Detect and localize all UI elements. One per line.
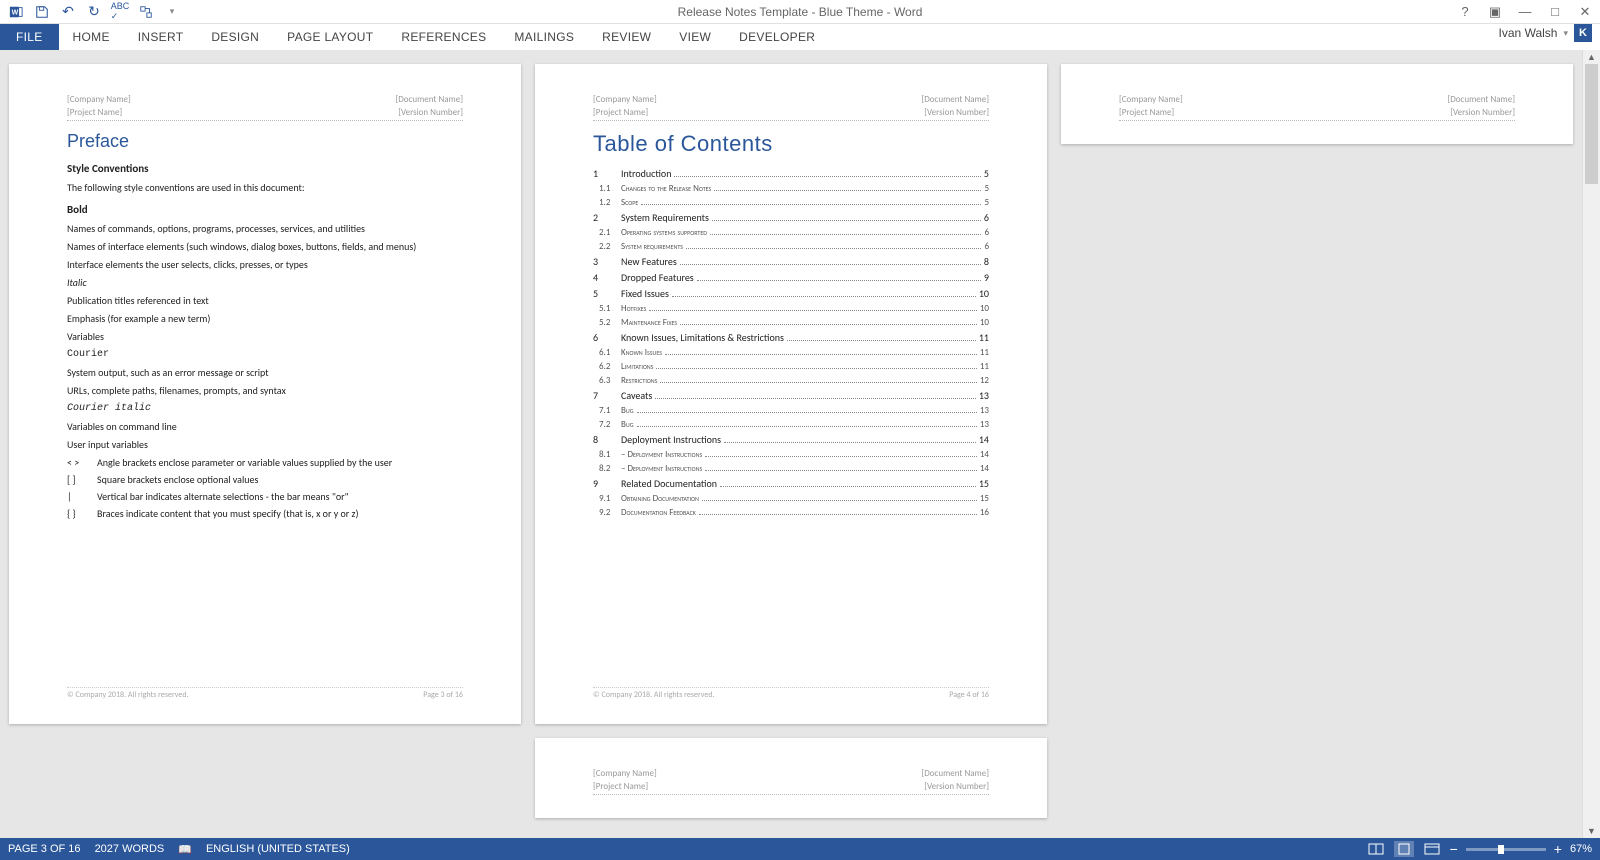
status-page[interactable]: PAGE 3 OF 16: [8, 843, 81, 855]
toc-entry[interactable]: 3New Features8: [593, 255, 989, 268]
symbol-row: < >Angle brackets enclose parameter or v…: [67, 456, 463, 469]
tab-review[interactable]: REVIEW: [588, 24, 665, 50]
maximize-icon[interactable]: □: [1544, 4, 1566, 20]
status-words[interactable]: 2027 WORDS: [95, 843, 165, 855]
status-bar: PAGE 3 OF 16 2027 WORDS 📖 ENGLISH (UNITE…: [0, 838, 1600, 860]
toc-entry[interactable]: 2.1Operating systems supported6: [593, 227, 989, 238]
tab-references[interactable]: REFERENCES: [387, 24, 500, 50]
document-page-6[interactable]: [Company Name][Project Name] [Document N…: [535, 738, 1047, 818]
tab-developer[interactable]: DEVELOPER: [725, 24, 829, 50]
spellcheck-icon[interactable]: ABC✓: [108, 1, 132, 23]
toc-list: 1Introduction5 1.1Changes to the Release …: [593, 167, 989, 518]
toc-entry[interactable]: 1.1Changes to the Release Notes5: [593, 183, 989, 194]
toc-entry[interactable]: 9Related Documentation15: [593, 477, 989, 490]
toc-entry[interactable]: 6.3Restrictions12: [593, 375, 989, 386]
document-page-3[interactable]: [Company Name][Project Name] [Document N…: [9, 64, 521, 724]
toc-entry[interactable]: 5.2Maintenance Fixes10: [593, 317, 989, 328]
toc-entry[interactable]: 6Known Issues, Limitations & Restriction…: [593, 331, 989, 344]
close-icon[interactable]: ✕: [1574, 4, 1596, 20]
symbol-row: |Vertical bar indicates alternate select…: [67, 490, 463, 503]
toc-entry[interactable]: 1.2Scope5: [593, 197, 989, 208]
ribbon-tabs: FILE HOME INSERT DESIGN PAGE LAYOUT REFE…: [0, 24, 1600, 50]
quick-access-toolbar: W ↶ ↻ ABC✓ ▾: [0, 1, 184, 23]
ribbon-display-icon[interactable]: ▣: [1484, 4, 1506, 20]
toc-entry[interactable]: 8Deployment Instructions14: [593, 433, 989, 446]
scrollbar-thumb[interactable]: [1585, 64, 1598, 184]
toc-entry[interactable]: 9.1Obtaining Documentation15: [593, 493, 989, 504]
zoom-level[interactable]: 67%: [1570, 843, 1592, 855]
toc-entry[interactable]: 6.1Known Issues11: [593, 347, 989, 358]
template-icon[interactable]: [134, 1, 158, 23]
print-layout-icon[interactable]: [1394, 841, 1414, 857]
toc-entry[interactable]: 2.2System requirements6: [593, 241, 989, 252]
page-header: [Company Name][Project Name] [Document N…: [67, 94, 463, 121]
tab-design[interactable]: DESIGN: [197, 24, 273, 50]
toc-entry[interactable]: 4Dropped Features9: [593, 271, 989, 284]
word-icon: W: [4, 1, 28, 23]
user-name: Ivan Walsh: [1499, 26, 1558, 40]
toc-entry[interactable]: 8.1 – Deployment Instructions14: [593, 449, 989, 460]
zoom-out-button[interactable]: −: [1450, 841, 1458, 857]
symbol-row: [ ]Square brackets enclose optional valu…: [67, 473, 463, 486]
toc-entry[interactable]: 7.2Bug 13: [593, 419, 989, 430]
page-header: [Company Name][Project Name] [Document N…: [1119, 94, 1515, 121]
web-layout-icon[interactable]: [1422, 841, 1442, 857]
undo-icon[interactable]: ↶: [56, 1, 80, 23]
symbol-row: { }Braces indicate content that you must…: [67, 507, 463, 520]
window-controls: ? ▣ — □ ✕: [1454, 4, 1596, 20]
minimize-icon[interactable]: —: [1514, 4, 1536, 20]
vertical-scrollbar[interactable]: ▲ ▼: [1582, 50, 1600, 838]
page-footer: © Company 2018. All rights reserved.Page…: [593, 687, 989, 700]
svg-text:W: W: [12, 9, 19, 16]
window-title: Release Notes Template - Blue Theme - Wo…: [678, 5, 923, 19]
page-footer: © Company 2018. All rights reserved.Page…: [67, 687, 463, 700]
tab-page-layout[interactable]: PAGE LAYOUT: [273, 24, 387, 50]
toc-entry[interactable]: 9.2Documentation Feedback16: [593, 507, 989, 518]
toc-entry[interactable]: 7Caveats13: [593, 389, 989, 402]
heading-toc: Table of Contents: [593, 131, 989, 157]
user-area[interactable]: Ivan Walsh ▾ K: [1499, 24, 1592, 42]
toc-entry[interactable]: 7.1Bug 13: [593, 405, 989, 416]
read-mode-icon[interactable]: [1366, 841, 1386, 857]
tab-insert[interactable]: INSERT: [124, 24, 198, 50]
tab-view[interactable]: VIEW: [665, 24, 725, 50]
toc-entry[interactable]: 8.2 – Deployment Instructions14: [593, 463, 989, 474]
document-canvas[interactable]: [Company Name][Project Name] [Document N…: [0, 50, 1582, 838]
status-language[interactable]: ENGLISH (UNITED STATES): [206, 843, 350, 855]
spellcheck-status-icon[interactable]: 📖: [178, 843, 192, 856]
heading-preface: Preface: [67, 131, 463, 152]
help-icon[interactable]: ?: [1454, 4, 1476, 20]
page-header: [Company Name][Project Name] [Document N…: [593, 94, 989, 121]
tab-home[interactable]: HOME: [59, 24, 124, 50]
page-header: [Company Name][Project Name] [Document N…: [593, 768, 989, 795]
heading-style-conventions: Style Conventions: [67, 162, 463, 175]
user-badge: K: [1574, 24, 1592, 42]
toc-entry[interactable]: 6.2Limitations11: [593, 361, 989, 372]
toc-entry[interactable]: 2System Requirements6: [593, 211, 989, 224]
zoom-in-button[interactable]: +: [1554, 841, 1562, 857]
title-bar: W ↶ ↻ ABC✓ ▾ Release Notes Template - Bl…: [0, 0, 1600, 24]
document-page-4[interactable]: [Company Name][Project Name] [Document N…: [535, 64, 1047, 724]
zoom-slider[interactable]: [1466, 848, 1546, 851]
tab-file[interactable]: FILE: [0, 24, 59, 50]
toc-entry[interactable]: 5Fixed Issues10: [593, 287, 989, 300]
document-page-5[interactable]: [Company Name][Project Name] [Document N…: [1061, 64, 1573, 144]
redo-icon[interactable]: ↻: [82, 1, 106, 23]
toc-entry[interactable]: 1Introduction5: [593, 167, 989, 180]
toc-entry[interactable]: 5.1Hotfixes10: [593, 303, 989, 314]
qat-dropdown-icon[interactable]: ▾: [160, 1, 184, 23]
scroll-up-icon[interactable]: ▲: [1583, 50, 1600, 64]
scroll-down-icon[interactable]: ▼: [1583, 824, 1600, 838]
save-icon[interactable]: [30, 1, 54, 23]
tab-mailings[interactable]: MAILINGS: [500, 24, 588, 50]
